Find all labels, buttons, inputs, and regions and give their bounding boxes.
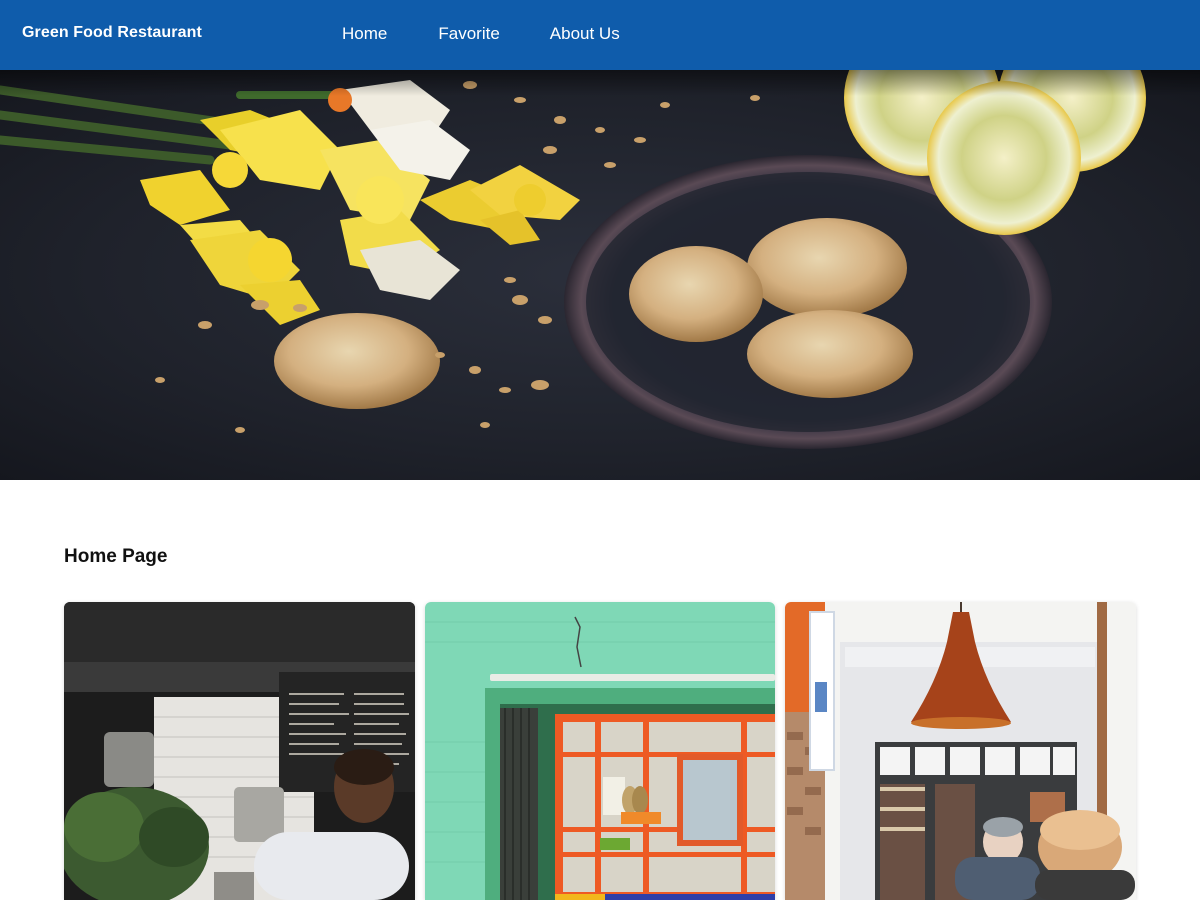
- section-title-home-page: Home Page: [64, 546, 168, 567]
- hero-image: [0, 70, 1200, 480]
- card-image-street-cafe[interactable]: [785, 602, 1136, 900]
- top-navbar: Green Food Restaurant Home Favorite Abou…: [0, 0, 1200, 70]
- card-image-restaurant-kitchen[interactable]: [64, 602, 415, 900]
- card-image-green-storefront[interactable]: [425, 602, 775, 900]
- nav-link-home[interactable]: Home: [342, 24, 387, 44]
- brand-logo-link[interactable]: Green Food Restaurant: [22, 24, 202, 42]
- nav-link-about-us[interactable]: About Us: [550, 24, 620, 44]
- nav-link-favorite[interactable]: Favorite: [438, 24, 499, 44]
- nav-links: Home Favorite About Us: [342, 24, 620, 44]
